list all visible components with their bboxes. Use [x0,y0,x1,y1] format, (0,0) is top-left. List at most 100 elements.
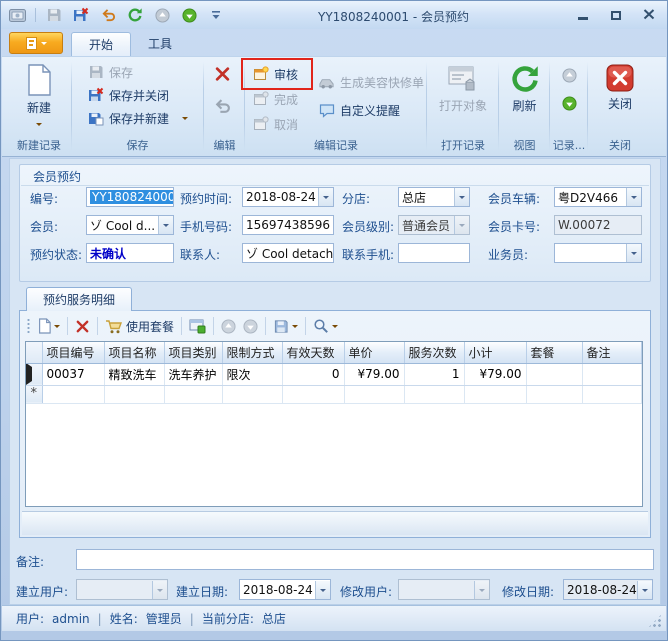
cell-remark[interactable] [582,363,642,385]
phone-label: 手机号码: [180,218,232,235]
current-row-indicator[interactable] [26,363,42,385]
refresh-icon[interactable] [126,6,144,24]
modify-user-label: 修改用户: [340,583,392,600]
move-down-icon[interactable] [180,6,198,24]
empty-cell[interactable] [582,385,642,403]
empty-cell[interactable] [222,385,282,403]
empty-cell[interactable] [404,385,464,403]
delete-row-button[interactable] [75,319,90,334]
empty-cell[interactable] [42,385,104,403]
save-icon[interactable] [45,6,63,24]
resize-grip[interactable] [648,614,662,628]
column-header[interactable]: 有效天数 [282,342,344,363]
use-package-button[interactable]: 使用套餐 [105,318,174,335]
audit-highlight-annotation [241,58,313,90]
contact-field[interactable]: ゾ Cool detachr [242,243,334,263]
member-level-combo[interactable]: 普通会员 [398,215,470,235]
salesman-combo[interactable] [554,243,642,263]
cell-item-name[interactable]: 精致洗车 [104,363,164,385]
chevron-down-icon[interactable] [626,244,641,262]
select-item-button[interactable] [189,318,206,334]
contact-phone-field[interactable] [398,243,470,263]
column-header[interactable]: 限制方式 [222,342,282,363]
save-and-close-button[interactable]: 保存并关闭 [87,84,169,106]
card-no-value: W.00072 [558,218,610,232]
modify-date-combo[interactable]: 2018-08-24 [563,579,653,600]
empty-cell[interactable] [464,385,526,403]
restore-button[interactable] [609,9,622,20]
column-header[interactable]: 单价 [344,342,404,363]
column-header[interactable]: 套餐 [526,342,582,363]
vehicle-combo[interactable]: 粤D2V466 [554,187,642,207]
chevron-down-icon[interactable] [315,581,330,599]
generate-beauty-order-button[interactable]: 生成美容快修单 [318,71,424,93]
undo-icon[interactable] [99,6,117,24]
close-button[interactable]: 关闭 [590,60,650,136]
cell-item-category[interactable]: 洗车养护 [164,363,222,385]
finish-button[interactable]: 完成 [252,88,298,110]
empty-cell[interactable] [344,385,404,403]
cell-item-no[interactable]: 00037 [42,363,104,385]
empty-cell[interactable] [282,385,344,403]
cancel-button[interactable]: 取消 [252,113,298,135]
cell-limit-mode[interactable]: 限次 [222,363,282,385]
chevron-down-icon[interactable] [158,216,173,234]
row-up-button[interactable] [221,319,236,334]
empty-cell[interactable] [164,385,222,403]
new-button[interactable]: 新建 [9,60,69,136]
minimize-button[interactable] [576,9,589,20]
column-header[interactable]: 项目名称 [104,342,164,363]
toolbar-grip[interactable] [27,318,30,334]
save-button[interactable]: 保存 [87,61,133,83]
cell-valid-days[interactable]: 0 [282,363,344,385]
undo-button[interactable] [214,95,231,117]
save-and-new-label: 保存并新建 [109,110,169,127]
row-down-button[interactable] [243,319,258,334]
tab-service-detail[interactable]: 预约服务明细 [26,287,132,311]
empty-cell[interactable] [104,385,164,403]
close-window-button[interactable] [642,9,655,20]
export-button[interactable] [273,319,298,334]
reserve-time-combo[interactable]: 2018-08-24 [242,187,334,207]
save-close-icon[interactable] [72,6,90,24]
use-package-label: 使用套餐 [126,318,174,335]
chevron-down-icon[interactable] [318,188,333,206]
delete-button[interactable] [214,63,231,85]
tab-start[interactable]: 开始 [71,32,131,56]
quick-access-toolbar [8,6,225,24]
refresh-button[interactable]: 刷新 [501,60,548,136]
column-header[interactable]: 项目类别 [164,342,222,363]
cell-unit-price[interactable]: ¥79.00 [344,363,404,385]
open-object-button[interactable]: 打开对象 [429,60,497,136]
column-header[interactable]: 服务次数 [404,342,464,363]
move-up-icon[interactable] [153,6,171,24]
application-menu-button[interactable] [9,32,63,54]
previous-record-button[interactable] [561,64,578,86]
member-combo[interactable]: ゾ Cool d... [86,215,174,235]
chevron-down-icon[interactable] [626,188,641,206]
remark-label: 备注: [16,553,44,570]
tab-tools[interactable]: 工具 [131,32,189,56]
column-header[interactable]: 项目编号 [42,342,104,363]
no-field[interactable]: YY180824000 [86,187,174,207]
cell-service-times[interactable]: 1 [404,363,464,385]
table-row: 00037 精致洗车 洗车养护 限次 0 ¥79.00 1 ¥79.00 [26,363,642,385]
add-row-button[interactable] [37,318,60,334]
save-and-new-button[interactable]: 保存并新建 [87,107,188,129]
custom-reminder-button[interactable]: 自定义提醒 [318,99,400,121]
new-row-indicator[interactable]: * [26,385,42,403]
create-date-combo[interactable]: 2018-08-24 [239,579,331,600]
empty-cell[interactable] [526,385,582,403]
phone-field[interactable]: 15697438596 [242,215,334,235]
cell-subtotal[interactable]: ¥79.00 [464,363,526,385]
branch-combo[interactable]: 总店 [398,187,470,207]
column-header[interactable]: 小计 [464,342,526,363]
selector-header[interactable] [26,342,42,363]
search-button[interactable] [313,318,338,334]
remark-input[interactable] [76,549,654,570]
next-record-button[interactable] [561,92,578,114]
chevron-down-icon[interactable] [637,581,652,599]
cell-package[interactable] [526,363,582,385]
chevron-down-icon[interactable] [454,188,469,206]
column-header[interactable]: 备注 [582,342,642,363]
